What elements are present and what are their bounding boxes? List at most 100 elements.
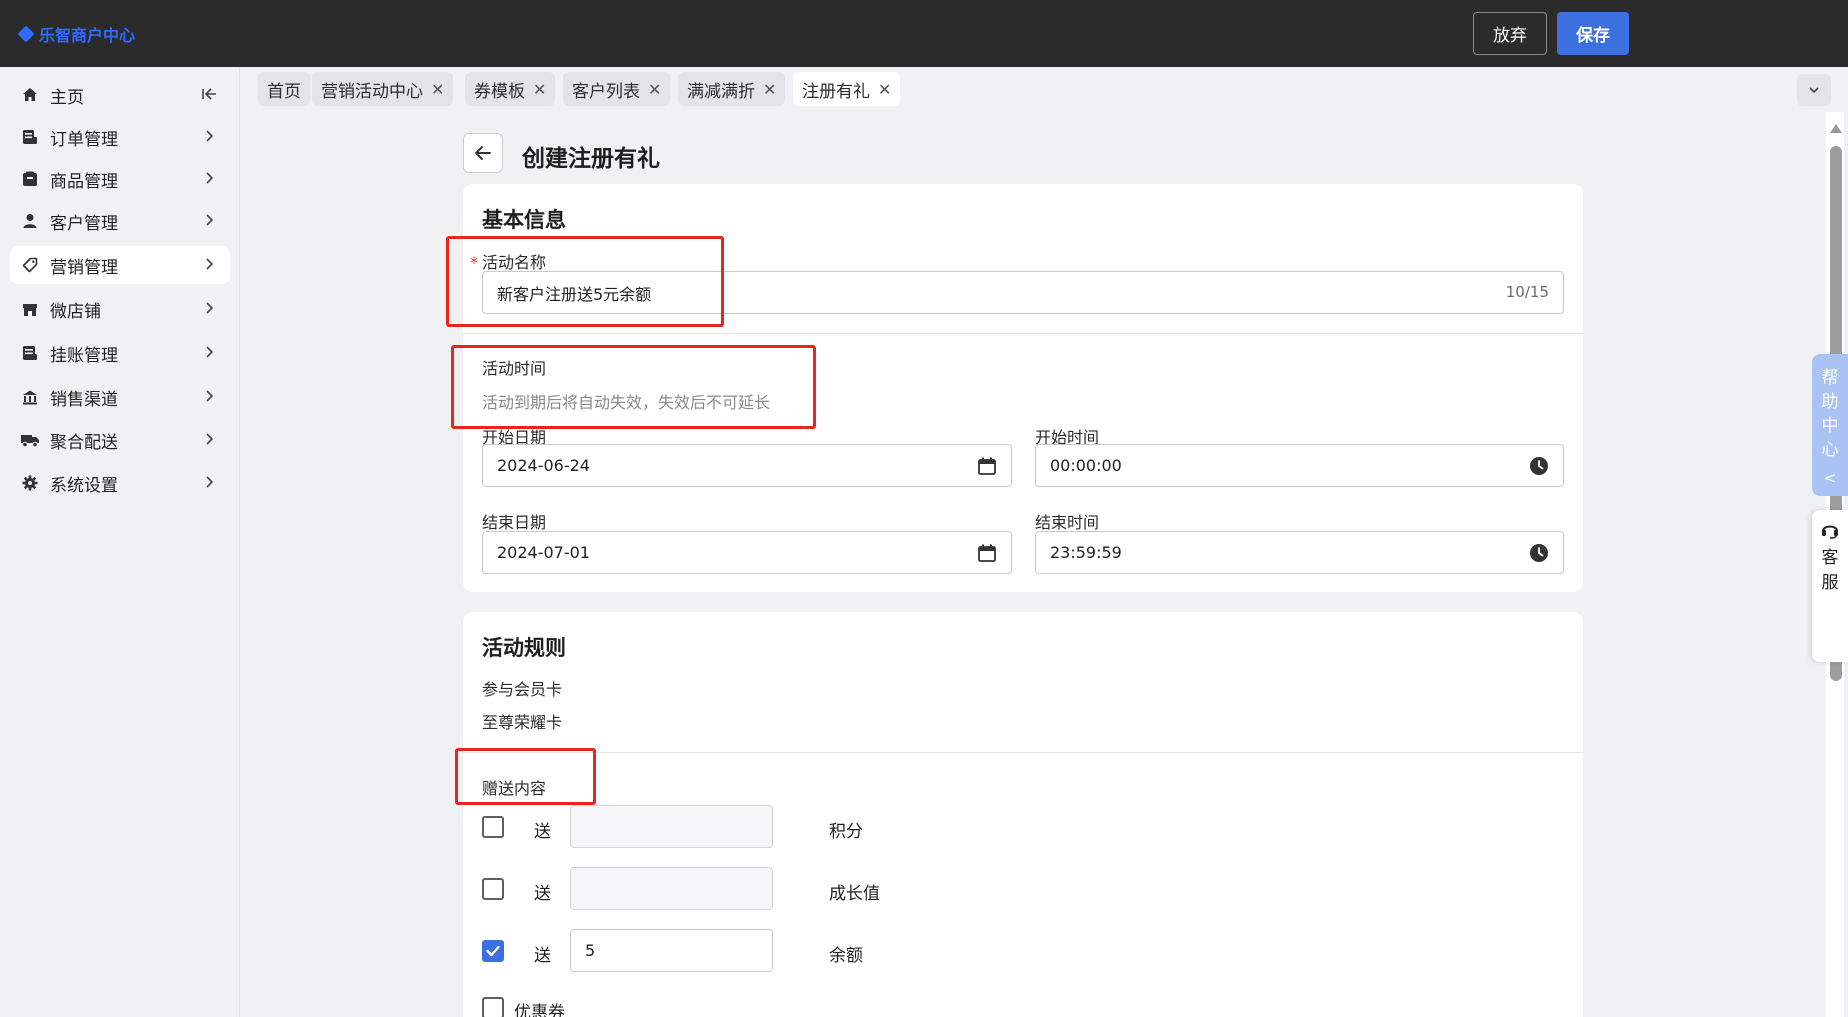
end-time-picker[interactable]: 23:59:59 [1035,531,1564,574]
tabs-dropdown-button[interactable] [1797,74,1831,106]
chevron-left-icon: < [1823,469,1837,487]
tab-label: 注册有礼 [802,81,870,102]
start-date-picker[interactable]: 2024-06-24 [482,444,1012,487]
sidebar-item-label: 销售渠道 [50,389,118,410]
required-marker: * [470,253,478,272]
clock-icon [1530,457,1548,475]
activity-name-label: * 活动名称 [470,249,546,273]
sidebar-item-label: 订单管理 [50,129,118,150]
balance-input[interactable]: 5 [570,929,773,972]
app-logo[interactable]: 乐智商户中心 [17,22,136,46]
chevron-right-icon [206,130,214,142]
close-icon[interactable]: ✕ [533,80,546,99]
help-center-char: 帮 [1821,368,1839,388]
sidebar-item-credit[interactable]: 挂账管理 [10,334,230,372]
basic-info-title: 基本信息 [482,208,566,232]
help-center-button[interactable]: 帮 助 中 心 < [1812,354,1848,496]
checkmark-icon [486,945,500,957]
sidebar-item-label: 营销管理 [50,257,118,278]
chevron-right-icon [206,214,214,226]
gift-prefix: 送 [534,946,551,966]
discard-button[interactable]: 放弃 [1473,12,1547,55]
store-icon [20,299,40,319]
chevron-right-icon [206,390,214,402]
tab-label: 客户列表 [572,81,640,102]
chevron-right-icon [206,433,214,445]
growth-input[interactable] [570,867,773,910]
sidebar-item-customers[interactable]: 客户管理 [10,202,230,240]
clock-icon [1530,544,1548,562]
tab-coupon-template[interactable]: 券模板 ✕ [465,72,556,106]
top-bar: 乐智商户中心 放弃 保存 [0,0,1848,67]
help-center-char: 中 [1821,416,1839,436]
end-time-value: 23:59:59 [1050,543,1122,562]
sidebar-item-sales-channels[interactable]: 销售渠道 [10,378,230,416]
customer-icon [20,211,40,231]
channel-icon [20,387,40,407]
back-button[interactable] [463,133,503,173]
sidebar-item-label: 客户管理 [50,213,118,234]
calendar-icon [978,457,996,475]
divider [463,333,1583,334]
logo-text: 乐智商户中心 [39,26,136,45]
customer-service-button[interactable]: 客 服 [1812,510,1848,662]
sidebar-item-label: 系统设置 [50,475,118,496]
chevron-right-icon [206,258,214,270]
points-unit: 积分 [829,822,863,842]
points-checkbox[interactable] [482,816,504,838]
close-icon[interactable]: ✕ [878,80,891,99]
tab-register-gift[interactable]: 注册有礼 ✕ [793,72,901,106]
sidebar-item-products[interactable]: 商品管理 [10,160,230,198]
help-center-char: 助 [1821,392,1839,412]
headset-icon [1822,525,1838,539]
gift-content-label: 赠送内容 [482,779,547,798]
sidebar-item-label: 微店铺 [50,301,101,322]
sidebar-item-label: 聚合配送 [50,432,118,453]
tab-customer-list[interactable]: 客户列表 ✕ [563,72,671,106]
help-center-char: 心 [1821,440,1839,460]
balance-checkbox[interactable] [482,940,504,962]
scroll-up-arrow-icon[interactable] [1830,124,1842,133]
calendar-icon [978,544,996,562]
tag-icon [20,255,40,275]
sidebar-item-micro-store[interactable]: 微店铺 [10,290,230,328]
home-icon [20,85,40,105]
activity-name-input[interactable]: 新客户注册送5元余额 10/15 [482,271,1564,314]
close-icon[interactable]: ✕ [763,80,776,99]
chevron-down-icon [1809,87,1819,94]
credit-icon [20,343,40,363]
logo-icon [17,25,35,43]
chevron-right-icon [206,346,214,358]
sidebar: 主页 订单管理 商品管理 客户管理 营销管理 微店铺 挂账管理 销售渠道 聚合配… [0,67,240,1017]
sidebar-item-orders[interactable]: 订单管理 [10,118,230,156]
member-card-value: 至尊荣耀卡 [482,713,563,732]
tab-marketing-center[interactable]: 营销活动中心 ✕ [312,72,454,106]
coupon-checkbox[interactable] [482,997,504,1017]
gift-prefix: 送 [534,822,551,842]
sidebar-item-label: 商品管理 [50,171,118,192]
activity-name-label-text: 活动名称 [482,253,547,272]
points-input[interactable] [570,805,773,848]
kefu-char: 服 [1821,573,1839,593]
growth-checkbox[interactable] [482,878,504,900]
close-icon[interactable]: ✕ [431,80,444,99]
save-button[interactable]: 保存 [1557,12,1629,55]
sidebar-item-delivery[interactable]: 聚合配送 [10,421,230,459]
page-title: 创建注册有礼 [522,146,660,172]
end-date-picker[interactable]: 2024-07-01 [482,531,1012,574]
tab-label: 满减满折 [687,81,755,102]
tab-home[interactable]: 首页 [258,72,310,106]
sidebar-item-home[interactable]: 主页 [10,76,230,114]
sidebar-item-marketing[interactable]: 营销管理 [10,246,230,284]
growth-unit: 成长值 [829,884,880,904]
activity-time-help: 活动到期后将自动失效，失效后不可延长 [482,393,771,412]
end-date-value: 2024-07-01 [497,543,590,562]
activity-time-label: 活动时间 [482,359,547,378]
kefu-char: 客 [1821,548,1839,568]
close-icon[interactable]: ✕ [648,80,661,99]
tab-label: 券模板 [474,81,525,102]
start-time-picker[interactable]: 00:00:00 [1035,444,1564,487]
collapse-sidebar-icon[interactable] [200,85,218,103]
tab-discount[interactable]: 满减满折 ✕ [678,72,786,106]
sidebar-item-settings[interactable]: 系统设置 [10,464,230,502]
